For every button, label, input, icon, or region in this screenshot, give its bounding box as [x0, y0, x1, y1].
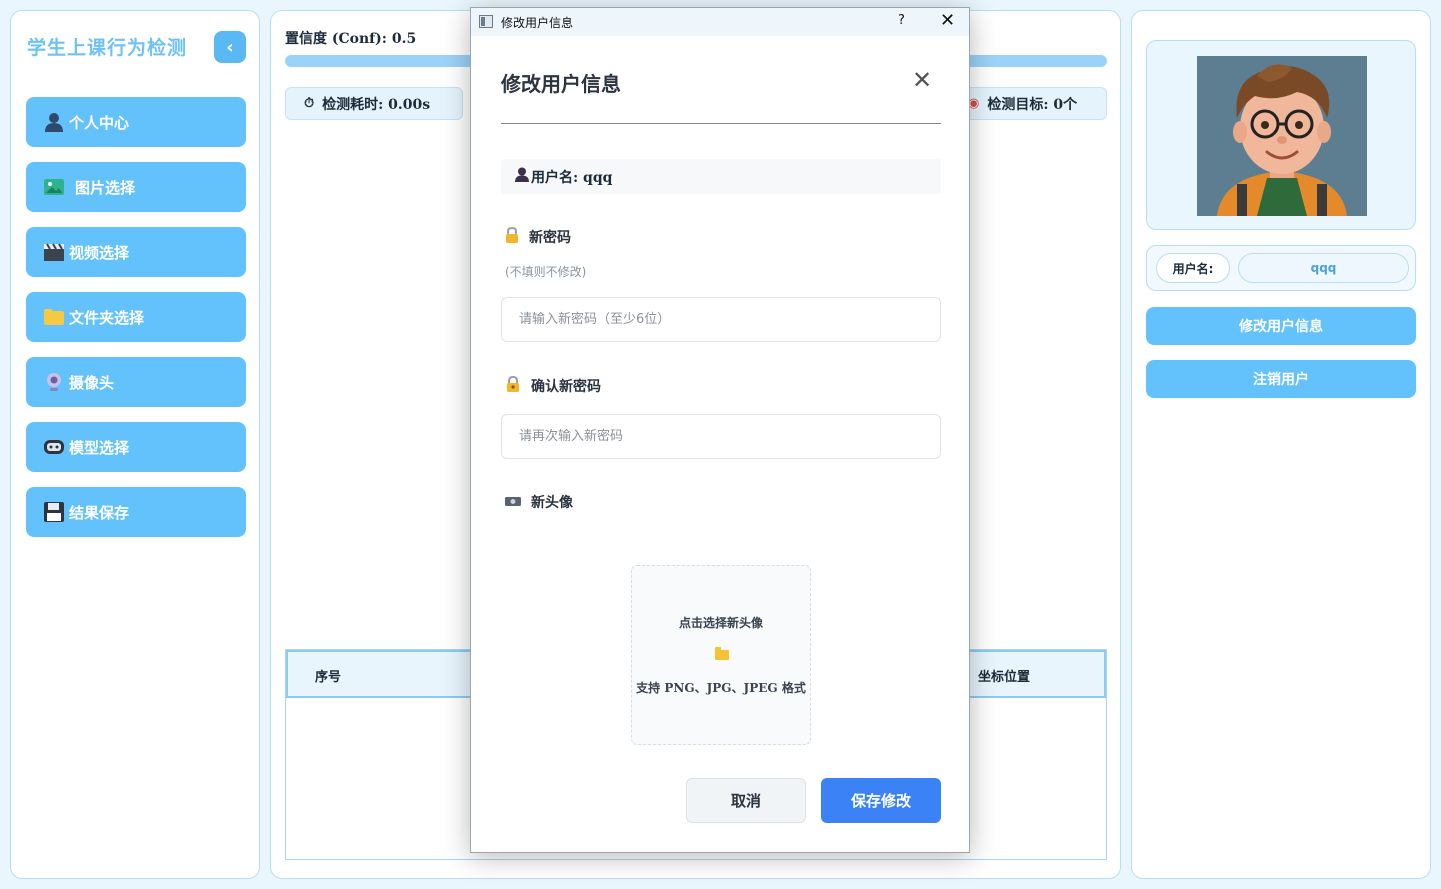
- nav-personal-center[interactable]: 个人中心: [26, 97, 246, 147]
- window-close-button[interactable]: ✕: [940, 10, 955, 31]
- username-row: 用户名: qqq: [1146, 245, 1416, 291]
- username-value: qqq: [1238, 253, 1409, 283]
- nav-image-select[interactable]: 图片选择: [26, 162, 246, 212]
- folder-icon: [43, 306, 65, 328]
- floppy-disk-icon: [43, 501, 65, 523]
- cancel-button[interactable]: 取消: [686, 778, 806, 823]
- robot-icon: [43, 436, 65, 458]
- lock-icon: [505, 226, 519, 247]
- image-icon: [43, 176, 65, 198]
- profile-panel: 用户名: qqq 修改用户信息 注销用户: [1131, 10, 1431, 879]
- folder-icon: [715, 647, 729, 660]
- nav-save-results[interactable]: 结果保存: [26, 487, 246, 537]
- column-header-coordinates[interactable]: 坐标位置: [978, 666, 1030, 685]
- new-password-label-text: 新密码: [529, 230, 571, 246]
- detect-targets-box: ◉ 检测目标: 0个: [961, 87, 1107, 120]
- nav-label: 视频选择: [69, 243, 130, 262]
- window-title: 修改用户信息: [501, 16, 574, 30]
- avatar: [1197, 56, 1367, 216]
- nav-folder-select[interactable]: 文件夹选择: [26, 292, 246, 342]
- nav-label: 个人中心: [69, 113, 130, 132]
- username-label: 用户名:: [1156, 253, 1230, 283]
- column-header-index[interactable]: 序号: [315, 666, 341, 685]
- new-password-label: 新密码: [505, 226, 571, 247]
- person-icon: [43, 111, 65, 133]
- edit-user-dialog: 修改用户信息 ? ✕ 修改用户信息 ✕ 用户名: qqq 新密码 (不填则不修改…: [470, 7, 970, 853]
- stopwatch-icon: ⏱: [304, 96, 315, 111]
- new-avatar-label-text: 新头像: [531, 495, 573, 511]
- clapperboard-icon: [43, 241, 65, 263]
- nav-model-select[interactable]: 模型选择: [26, 422, 246, 472]
- new-avatar-label: 新头像: [505, 492, 573, 512]
- detect-targets-text: 检测目标: 0个: [987, 96, 1078, 113]
- upload-formats: 支持 PNG、JPG、JPEG 格式: [636, 681, 806, 695]
- app-title: 学生上课行为检测: [27, 37, 188, 59]
- dialog-username-text: 用户名: qqq: [531, 169, 613, 186]
- nav-label: 模型选择: [69, 438, 130, 457]
- window-icon: [479, 15, 493, 28]
- nav-camera[interactable]: 摄像头: [26, 357, 246, 407]
- nav-label: 摄像头: [69, 373, 115, 392]
- avatar-upload-area[interactable]: 点击选择新头像 支持 PNG、JPG、JPEG 格式: [631, 565, 811, 745]
- confidence-label: 置信度 (Conf): 0.5: [285, 31, 417, 47]
- nav-label: 图片选择: [75, 178, 136, 197]
- close-icon[interactable]: ✕: [912, 66, 932, 94]
- detect-time-box: ⏱ 检测耗时: 0.00s: [285, 87, 463, 120]
- chevron-left-icon: ‹: [226, 36, 234, 58]
- nav-video-select[interactable]: 视频选择: [26, 227, 246, 277]
- dialog-username: 用户名: qqq: [501, 159, 941, 194]
- confirm-password-label-text: 确认新密码: [531, 379, 601, 395]
- confirm-password-input[interactable]: [501, 414, 941, 459]
- lock-key-icon: [505, 375, 521, 396]
- person-icon: [515, 167, 529, 186]
- camera-icon: [505, 495, 521, 510]
- dialog-heading: 修改用户信息: [501, 72, 621, 96]
- upload-prompt: 点击选择新头像: [678, 616, 763, 630]
- nav-label: 文件夹选择: [69, 308, 145, 327]
- confirm-password-label: 确认新密码: [505, 375, 601, 396]
- detect-time-text: 检测耗时: 0.00s: [322, 96, 431, 113]
- edit-user-info-button[interactable]: 修改用户信息: [1146, 307, 1416, 345]
- new-password-input[interactable]: [501, 297, 941, 342]
- collapse-sidebar-button[interactable]: ‹: [214, 31, 246, 63]
- help-button[interactable]: ?: [898, 13, 905, 28]
- divider: [501, 123, 941, 124]
- new-password-hint: (不填则不修改): [505, 265, 587, 279]
- sidebar: 学生上课行为检测 ‹ 个人中心 图片选择 视频选择 文件夹选择 摄像头 模型选择…: [10, 10, 260, 879]
- save-changes-button[interactable]: 保存修改: [821, 778, 941, 823]
- dialog-titlebar[interactable]: 修改用户信息 ? ✕: [471, 8, 969, 36]
- webcam-icon: [43, 371, 65, 393]
- logout-user-button[interactable]: 注销用户: [1146, 360, 1416, 398]
- nav-label: 结果保存: [69, 503, 130, 522]
- avatar-card: [1146, 40, 1416, 230]
